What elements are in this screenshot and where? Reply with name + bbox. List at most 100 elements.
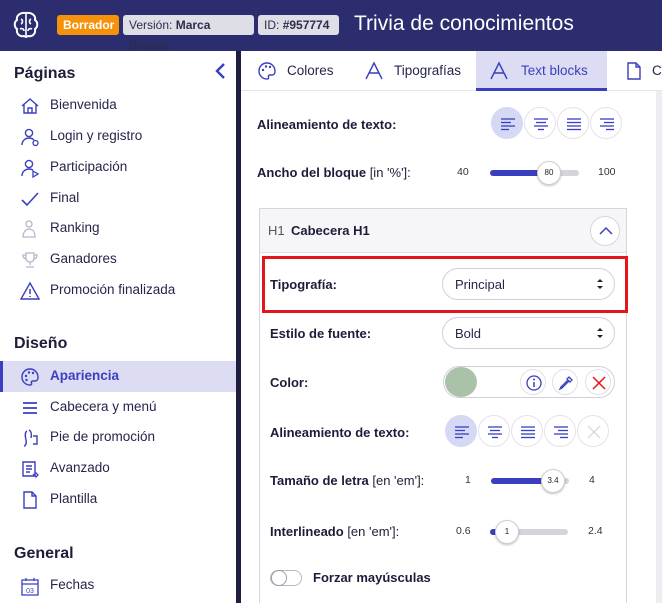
align-left-icon bbox=[501, 118, 515, 131]
sidebar-item-fechas[interactable]: 03 Fechas bbox=[0, 570, 236, 601]
sidebar-item-label: Bienvenida bbox=[50, 97, 117, 112]
check-icon bbox=[21, 192, 39, 207]
sidebar-item-ganadores[interactable]: Ganadores bbox=[0, 244, 236, 275]
footer-icon bbox=[23, 429, 38, 447]
color-picker-button[interactable] bbox=[552, 369, 578, 395]
line-height-slider[interactable]: 0.6 1 2.4 bbox=[455, 520, 607, 544]
version-badge: Versión: Marca Blanca bbox=[123, 15, 254, 52]
slider-max: 100 bbox=[598, 166, 616, 178]
uppercase-toggle[interactable] bbox=[270, 570, 302, 586]
color-info-button[interactable] bbox=[520, 369, 546, 395]
line-height-label: Interlineado [en 'em']: bbox=[270, 524, 399, 539]
typography-value: Principal bbox=[455, 277, 505, 292]
user-icon bbox=[21, 128, 39, 147]
sidebar-item-label: Participación bbox=[50, 159, 128, 174]
sidebar-item-final[interactable]: Final bbox=[0, 183, 236, 214]
version-label: Versión: bbox=[129, 18, 173, 32]
color-picker bbox=[443, 366, 615, 398]
slider-min: 0.6 bbox=[456, 525, 471, 537]
h1-align-label: Alineamiento de texto: bbox=[270, 425, 410, 440]
font-style-select[interactable]: Bold bbox=[442, 317, 615, 349]
align-right-button[interactable] bbox=[590, 107, 622, 139]
home-icon bbox=[21, 98, 39, 114]
select-arrows-icon bbox=[597, 328, 603, 338]
tab-label: Tipografías bbox=[394, 63, 462, 78]
align-clear-button[interactable] bbox=[577, 415, 609, 447]
align-left-icon bbox=[455, 426, 469, 439]
align-justify-button[interactable] bbox=[557, 107, 589, 139]
tab-text-blocks[interactable]: Text blocks bbox=[476, 51, 607, 91]
menu-icon bbox=[23, 402, 37, 414]
sidebar-item-label: Ganadores bbox=[50, 251, 117, 266]
select-arrows-icon bbox=[597, 279, 603, 289]
collapse-panel-button[interactable] bbox=[590, 216, 620, 246]
sidebar-item-label: Ranking bbox=[50, 220, 100, 235]
typography-select[interactable]: Principal bbox=[442, 268, 615, 300]
align-justify-icon bbox=[521, 426, 535, 439]
sidebar-item-label: Plantilla bbox=[50, 491, 98, 506]
align-right-button[interactable] bbox=[544, 415, 576, 447]
sidebar-item-label: Pie de promoción bbox=[50, 429, 156, 444]
id-badge: ID: #957774 bbox=[258, 15, 339, 35]
font-size-slider[interactable]: 1 3.4 4 bbox=[463, 469, 603, 493]
align-center-button[interactable] bbox=[524, 107, 556, 139]
slider-knob[interactable]: 3.4 bbox=[541, 469, 565, 493]
sidebar-item-apariencia[interactable]: Apariencia bbox=[0, 361, 236, 392]
tab-more[interactable]: C bbox=[607, 51, 662, 91]
sidebar-item-label: Cabecera y menú bbox=[50, 399, 157, 414]
calendar-day: 03 bbox=[26, 588, 34, 595]
uppercase-label: Forzar mayúsculas bbox=[313, 570, 431, 585]
block-align-group bbox=[491, 107, 623, 139]
align-left-button[interactable] bbox=[445, 415, 477, 447]
font-size-unit: [en 'em']: bbox=[372, 473, 425, 488]
line-height-unit: [en 'em']: bbox=[347, 524, 400, 539]
sidebar-item-login[interactable]: Login y registro bbox=[0, 121, 236, 152]
palette-icon bbox=[258, 62, 276, 80]
align-center-button[interactable] bbox=[478, 415, 510, 447]
scrollbar[interactable] bbox=[656, 91, 662, 603]
tab-tipografias[interactable]: Tipografías bbox=[356, 51, 476, 91]
brain-logo-icon[interactable] bbox=[11, 9, 41, 41]
sidebar-item-promocion-finalizada[interactable]: Promoción finalizada bbox=[0, 275, 236, 306]
sidebar-item-participacion[interactable]: Participación bbox=[0, 152, 236, 183]
sidebar-item-cabecera-menu[interactable]: Cabecera y menú bbox=[0, 392, 236, 423]
slider-knob[interactable]: 80 bbox=[537, 161, 561, 185]
font-icon bbox=[365, 61, 383, 80]
collapse-sidebar-icon[interactable] bbox=[212, 62, 230, 80]
align-right-icon bbox=[600, 118, 614, 131]
h1-panel-header[interactable]: H1 Cabecera H1 bbox=[260, 209, 626, 253]
block-width-unit: [in '%']: bbox=[369, 165, 411, 180]
font-icon bbox=[490, 61, 508, 80]
align-justify-icon bbox=[567, 118, 581, 131]
h1-align-group bbox=[445, 415, 610, 447]
color-clear-button[interactable] bbox=[585, 369, 611, 395]
tab-colores[interactable]: Colores bbox=[241, 51, 356, 91]
line-height-text: Interlineado bbox=[270, 524, 344, 539]
sidebar-item-avanzado[interactable]: Avanzado bbox=[0, 453, 236, 484]
app-header: Borrador Versión: Marca Blanca ID: #9577… bbox=[0, 0, 662, 52]
sidebar-item-ranking[interactable]: Ranking bbox=[0, 213, 236, 244]
slider-max: 4 bbox=[589, 474, 595, 486]
close-icon bbox=[587, 425, 601, 439]
color-swatch[interactable] bbox=[445, 367, 477, 397]
align-left-button[interactable] bbox=[491, 107, 523, 139]
block-width-label: Ancho del bloque [in '%']: bbox=[257, 165, 411, 180]
tab-label: Colores bbox=[287, 63, 334, 78]
user-play-icon bbox=[21, 159, 40, 178]
sidebar-item-bienvenida[interactable]: Bienvenida bbox=[0, 90, 236, 121]
trophy-icon bbox=[22, 252, 38, 268]
align-center-icon bbox=[488, 426, 502, 439]
sidebar-item-plantilla[interactable]: Plantilla bbox=[0, 484, 236, 515]
sidebar-item-pie-promocion[interactable]: Pie de promoción bbox=[0, 422, 236, 453]
tab-label: C bbox=[652, 63, 662, 78]
toggle-knob bbox=[271, 570, 287, 586]
block-width-slider[interactable]: 40 80 100 bbox=[455, 161, 620, 185]
palette-icon bbox=[21, 368, 39, 386]
tab-label: Text blocks bbox=[521, 63, 588, 78]
sidebar-item-label: Login y registro bbox=[50, 128, 143, 143]
block-width-text: Ancho del bloque bbox=[257, 165, 367, 180]
draft-badge: Borrador bbox=[57, 15, 119, 35]
align-justify-button[interactable] bbox=[511, 415, 543, 447]
slider-knob[interactable]: 1 bbox=[495, 520, 519, 544]
id-value: #957774 bbox=[282, 18, 330, 32]
